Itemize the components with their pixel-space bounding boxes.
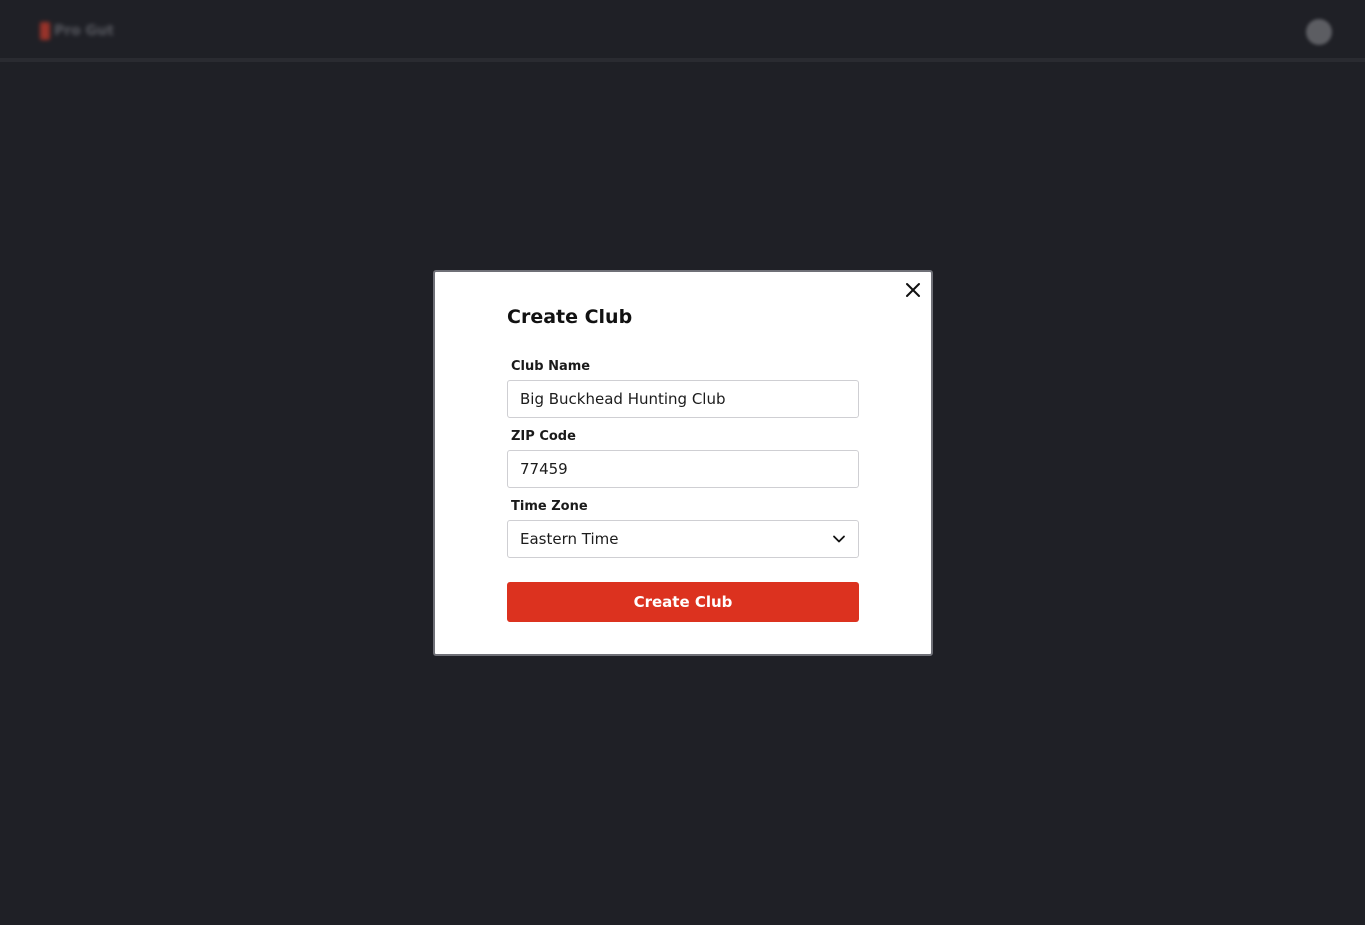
user-avatar-icon[interactable] — [1306, 19, 1332, 45]
time-zone-label: Time Zone — [511, 499, 588, 514]
brand-name: Pro Gut — [54, 23, 114, 39]
dialog-title: Create Club — [507, 306, 633, 328]
time-zone-selected-value: Eastern Time — [520, 530, 619, 548]
brand-mark-icon — [40, 22, 50, 40]
create-club-button[interactable]: Create Club — [507, 582, 859, 622]
top-navigation-bar: Pro Gut — [0, 0, 1365, 62]
create-club-dialog: Create Club Club Name ZIP Code Time Zone… — [433, 270, 933, 656]
brand-logo[interactable]: Pro Gut — [40, 22, 114, 40]
chevron-down-icon — [832, 532, 846, 546]
app-root: Pro Gut Create Club Club Name ZIP Code T… — [0, 0, 1365, 925]
zip-code-label: ZIP Code — [511, 429, 576, 444]
time-zone-select[interactable]: Eastern Time — [507, 520, 859, 558]
zip-code-input[interactable] — [507, 450, 859, 488]
close-button[interactable] — [903, 280, 923, 300]
close-icon — [906, 283, 920, 297]
club-name-input[interactable] — [507, 380, 859, 418]
club-name-label: Club Name — [511, 359, 591, 374]
